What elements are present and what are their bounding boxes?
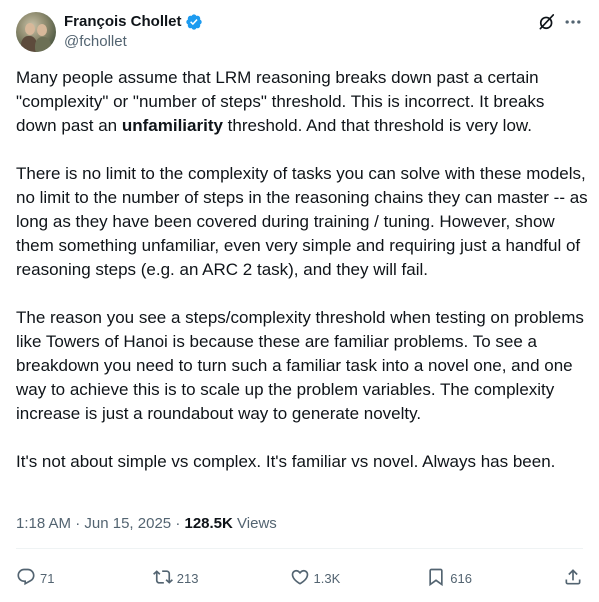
paragraph-1-text-after: threshold. And that threshold is very lo… bbox=[222, 116, 532, 135]
tweet-paragraph-4: It's not about simple vs complex. It's f… bbox=[16, 452, 556, 471]
reply-count: 71 bbox=[40, 570, 55, 586]
tweet-paragraph-1: Many people assume that LRM reasoning br… bbox=[16, 66, 588, 138]
more-icon[interactable] bbox=[563, 12, 583, 32]
tweet-paragraph-3: The reason you see a steps/complexity th… bbox=[16, 308, 584, 423]
paragraph-1-bold-word: unfamiliarity bbox=[121, 116, 223, 135]
grok-icon[interactable] bbox=[537, 12, 557, 32]
repost-icon bbox=[152, 567, 173, 590]
reply-button[interactable]: 71 bbox=[16, 567, 76, 590]
action-bar: 71 213 1.3K 616 bbox=[16, 566, 583, 590]
tweet-meta: 1:18 AM · Jun 15, 2025 · 128.5K Views bbox=[16, 514, 277, 534]
reply-icon bbox=[16, 567, 36, 590]
tweet-time[interactable]: 1:18 AM bbox=[16, 515, 71, 532]
divider bbox=[16, 548, 583, 549]
bookmark-button[interactable]: 616 bbox=[426, 567, 486, 590]
views-label: Views bbox=[237, 515, 277, 532]
meta-separator-2: · bbox=[175, 515, 181, 532]
like-button[interactable]: 1.3K bbox=[290, 567, 350, 590]
author-display-name[interactable]: François Chollet bbox=[64, 12, 182, 32]
avatar-face-right bbox=[37, 24, 47, 36]
avatar[interactable] bbox=[16, 12, 56, 52]
author-name-row: François Chollet bbox=[64, 12, 203, 32]
tweet-text: Many people assume that LRM reasoning br… bbox=[16, 66, 588, 474]
like-count: 1.3K bbox=[313, 570, 341, 586]
verified-badge-icon[interactable] bbox=[185, 13, 203, 31]
author-handle[interactable]: @fchollet bbox=[64, 32, 127, 52]
tweet: François Chollet @fchollet Many people a… bbox=[0, 0, 599, 602]
like-icon bbox=[290, 567, 310, 590]
share-button[interactable] bbox=[563, 567, 583, 590]
meta-separator-1: · bbox=[75, 515, 81, 532]
avatar-face-left bbox=[25, 23, 35, 35]
share-icon bbox=[563, 567, 583, 590]
bookmark-count: 616 bbox=[450, 570, 472, 586]
top-actions bbox=[537, 12, 583, 32]
tweet-paragraph-2: There is no limit to the complexity of t… bbox=[16, 164, 588, 279]
tweet-date[interactable]: Jun 15, 2025 bbox=[84, 515, 171, 532]
repost-count: 213 bbox=[176, 570, 199, 586]
repost-button[interactable]: 213 bbox=[152, 567, 213, 590]
avatar-figure-right bbox=[35, 37, 51, 52]
bookmark-icon bbox=[426, 567, 446, 590]
views-count: 128.5K bbox=[184, 515, 233, 532]
